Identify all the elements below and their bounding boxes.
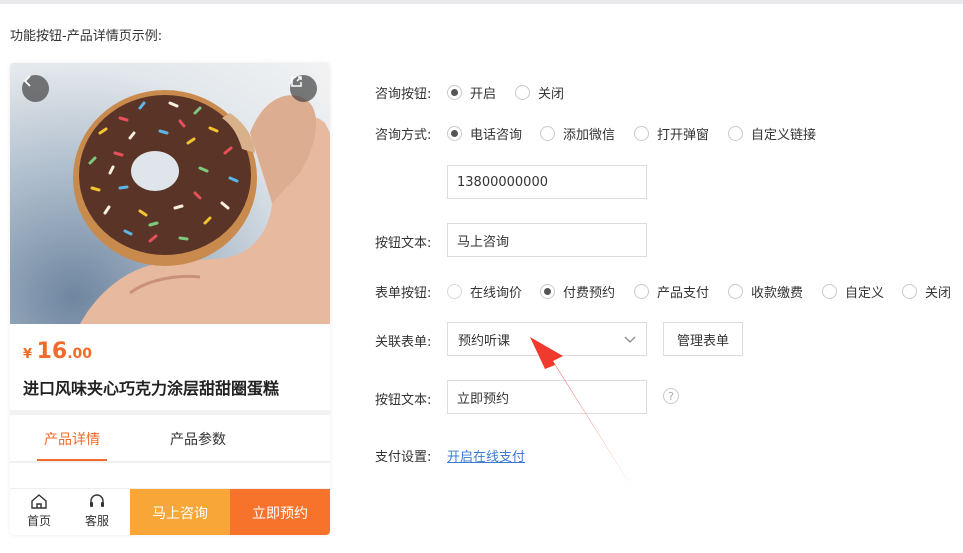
book-now-button[interactable]: 立即预约	[230, 489, 330, 535]
tab-product-detail[interactable]: 产品详情	[44, 429, 100, 449]
active-tab-indicator	[37, 459, 107, 461]
consult-button-label: 咨询按钮:	[375, 87, 432, 102]
radio-form-product-pay[interactable]: 产品支付	[634, 282, 709, 301]
chevron-down-icon	[624, 336, 636, 343]
radio-label: 关闭	[538, 87, 565, 102]
consult-method-label: 咨询方式:	[375, 128, 432, 143]
top-border	[0, 0, 963, 4]
radio-label: 添加微信	[563, 128, 616, 143]
manage-form-button[interactable]: 管理表单	[663, 322, 743, 356]
radio-label: 电话咨询	[470, 128, 523, 143]
phone-field[interactable]: 13800000000	[447, 165, 647, 199]
radio-form-custom[interactable]: 自定义	[822, 282, 884, 301]
radio-label: 打开弹窗	[657, 128, 710, 143]
radio-label: 在线询价	[470, 286, 523, 301]
radio-label: 付费预约	[563, 286, 616, 301]
nav-service[interactable]: 客服	[77, 493, 117, 529]
bottom-action-bar: 首页 客服 马上咨询 立即预约	[10, 488, 330, 535]
consult-now-button[interactable]: 马上咨询	[130, 489, 230, 535]
page-title: 功能按钮-产品详情页示例:	[10, 29, 163, 44]
help-icon[interactable]: ?	[663, 388, 679, 404]
back-arrow-icon[interactable]	[22, 75, 49, 102]
radio-form-paid-booking[interactable]: 付费预约	[540, 282, 615, 301]
radio-dot	[540, 126, 555, 141]
radio-dot	[902, 284, 917, 299]
product-title: 进口风味夹心巧克力涂层甜甜圈蛋糕	[23, 379, 280, 398]
radio-label: 自定义链接	[751, 128, 817, 143]
nav-home[interactable]: 首页	[19, 493, 59, 529]
radio-label: 产品支付	[657, 286, 710, 301]
product-price: ¥ 16.00	[23, 339, 92, 364]
radio-dot	[447, 126, 462, 141]
home-icon	[31, 494, 47, 509]
radio-dot	[728, 126, 743, 141]
product-tabs: 产品详情 产品参数	[10, 415, 330, 462]
product-image	[10, 63, 330, 324]
linked-form-label: 关联表单:	[375, 335, 432, 350]
radio-method-custom-link[interactable]: 自定义链接	[728, 124, 816, 143]
radio-dot	[634, 126, 649, 141]
radio-label: 关闭	[925, 286, 952, 301]
headset-icon	[90, 494, 104, 507]
radio-form-inquiry[interactable]: 在线询价	[447, 282, 522, 301]
enable-online-payment-link[interactable]: 开启在线支付	[447, 446, 525, 465]
price-block: ¥ 16.00 进口风味夹心巧克力涂层甜甜圈蛋糕	[10, 324, 330, 410]
price-decimal: .00	[67, 346, 93, 362]
share-icon[interactable]	[290, 75, 317, 102]
tab-product-params[interactable]: 产品参数	[170, 429, 226, 449]
price-integer: 16	[36, 339, 68, 364]
radio-consult-off[interactable]: 关闭	[515, 83, 564, 102]
radio-method-phone[interactable]: 电话咨询	[447, 124, 522, 143]
radio-dot	[728, 284, 743, 299]
phone-preview: ¥ 16.00 进口风味夹心巧克力涂层甜甜圈蛋糕 产品详情 产品参数 首页 客服…	[10, 63, 330, 535]
radio-label: 收款缴费	[751, 286, 804, 301]
radio-dot	[540, 284, 555, 299]
nav-service-label: 客服	[84, 514, 109, 528]
button-text-field-2[interactable]: 立即预约	[447, 380, 647, 414]
linked-form-select[interactable]: 预约听课	[447, 322, 647, 356]
price-currency: ¥	[23, 347, 33, 362]
radio-dot	[634, 284, 649, 299]
button-text-field-1[interactable]: 马上咨询	[447, 223, 647, 257]
radio-dot	[447, 85, 462, 100]
radio-dot	[515, 85, 530, 100]
button-text-label-1: 按钮文本:	[375, 236, 432, 251]
payment-settings-label: 支付设置:	[375, 450, 432, 465]
radio-form-off[interactable]: 关闭	[902, 282, 951, 301]
form-button-label: 表单按钮:	[375, 286, 432, 301]
tab-content	[10, 463, 330, 488]
radio-label: 开启	[470, 87, 497, 102]
radio-form-collect-fee[interactable]: 收款缴费	[728, 282, 803, 301]
radio-label: 自定义	[845, 286, 885, 301]
donut-illustration	[73, 90, 330, 324]
radio-dot	[822, 284, 837, 299]
radio-method-popup[interactable]: 打开弹窗	[634, 124, 709, 143]
linked-form-value: 预约听课	[458, 333, 511, 349]
radio-dot	[447, 284, 462, 299]
radio-method-wechat[interactable]: 添加微信	[540, 124, 615, 143]
nav-home-label: 首页	[26, 514, 51, 528]
button-text-label-2: 按钮文本:	[375, 393, 432, 408]
radio-consult-on[interactable]: 开启	[447, 83, 496, 102]
